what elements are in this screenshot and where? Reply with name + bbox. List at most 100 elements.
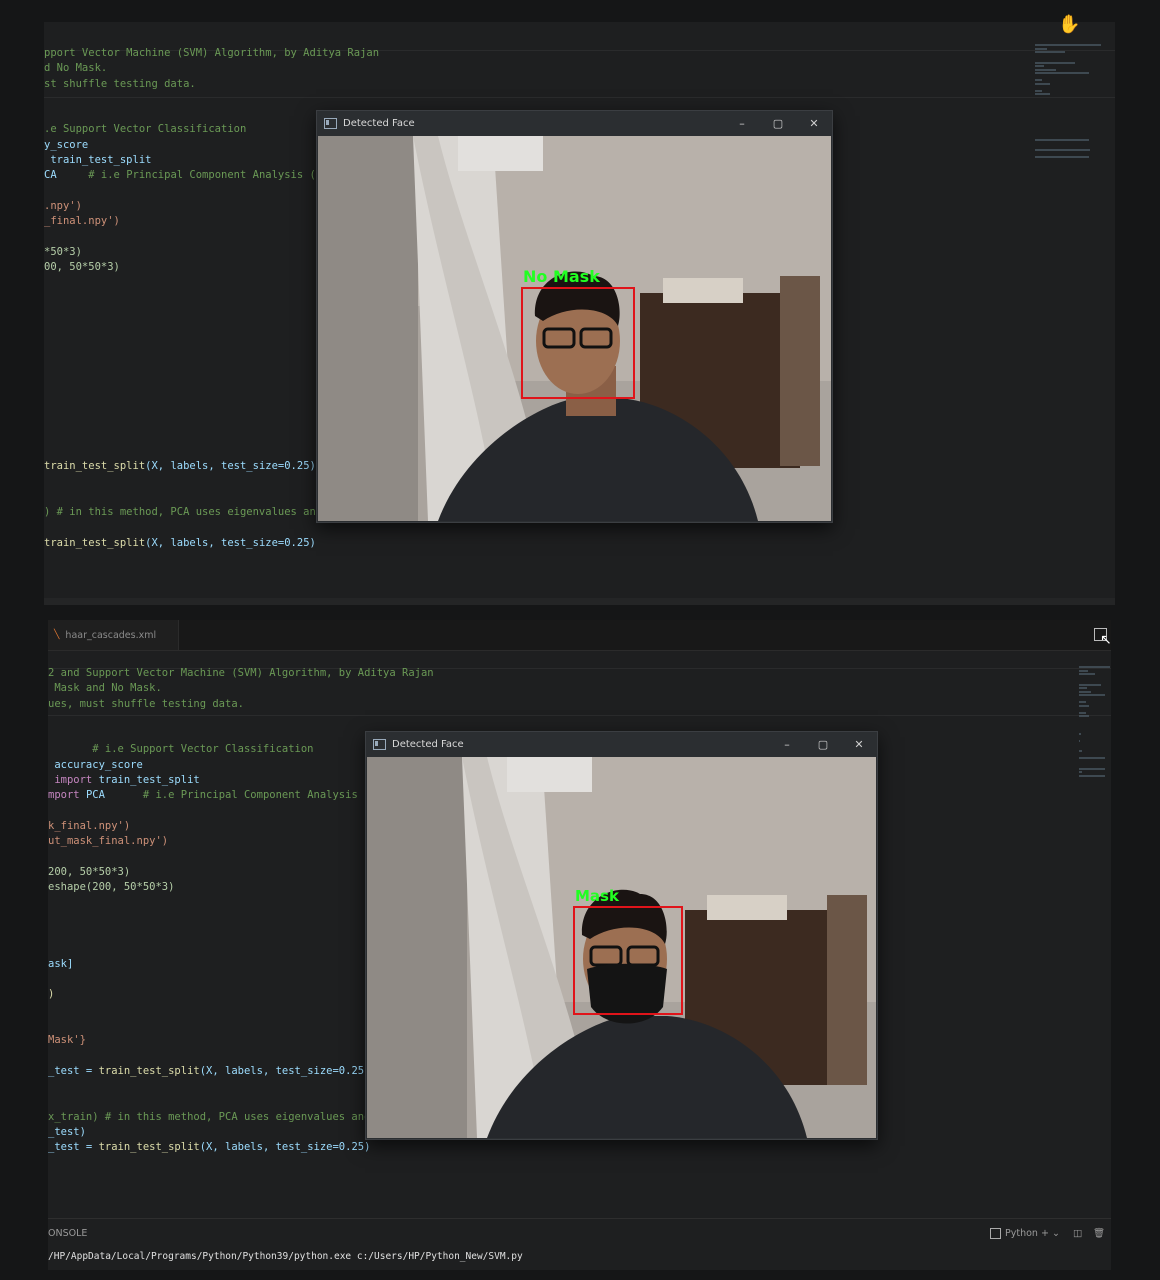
add-terminal-icon[interactable]: + ⌄ [1041, 1228, 1060, 1239]
panel-border [48, 1218, 1111, 1219]
minimap-line [1079, 666, 1111, 668]
tab-label: haar_cascades.xml [65, 629, 157, 641]
minimize-button[interactable]: – [724, 111, 760, 135]
detection-label: Mask [575, 887, 620, 905]
code-token: train_test_split [98, 774, 200, 787]
window-icon [324, 117, 337, 129]
code-token: (X, labels, test_size=0.25) [199, 1064, 371, 1077]
pointer-cursor-icon: ↖ [1100, 632, 1112, 648]
code-token: st shuffle testing data. [44, 77, 196, 90]
window-title: Detected Face [392, 738, 464, 750]
code-line: d No Mask. [44, 61, 379, 76]
xml-file-icon: ╲ [54, 630, 60, 640]
split-terminal-icon[interactable]: ◫ [1073, 1228, 1082, 1239]
minimap-line [1035, 82, 1050, 85]
code-token: accuracy_score [48, 758, 143, 771]
detected-face-window[interactable]: Detected Face – ▢ ✕ Mask [365, 731, 878, 1140]
minimap-line [1079, 767, 1106, 770]
minimap-line [1079, 771, 1083, 773]
minimap-line [1079, 715, 1090, 717]
window-titlebar[interactable]: Detected Face – ▢ ✕ [317, 111, 832, 135]
code-token: k_final.npy') [48, 819, 131, 832]
detected-face-window[interactable]: Detected Face – ▢ ✕ No Mask [316, 110, 833, 523]
minimize-button[interactable]: – [769, 732, 805, 756]
window-titlebar[interactable]: Detected Face – ▢ ✕ [366, 732, 877, 756]
code-token: ues, must shuffle testing data. [48, 697, 244, 710]
terminal-icon [990, 1228, 1001, 1239]
panel-divider [44, 598, 1115, 605]
code-token: _test) [48, 1125, 86, 1138]
code-token: ) # in this method, PCA uses eigenvalues… [44, 505, 323, 518]
code-token: ask] [48, 957, 74, 970]
code-token: _test = [48, 1064, 99, 1077]
camera-feed: No Mask [318, 136, 831, 521]
camera-feed: Mask [367, 757, 876, 1138]
code-line: pport Vector Machine (SVM) Algorithm, by… [44, 46, 379, 61]
minimap-line [1035, 138, 1089, 141]
code-line: train_test_split(X, labels, test_size=0.… [44, 536, 379, 551]
minimap-line [1035, 61, 1075, 64]
minimap-line [1079, 669, 1089, 672]
minimap-line [1079, 711, 1086, 714]
console-tab[interactable]: ONSOLE [48, 1228, 87, 1239]
minimap-line [1035, 65, 1044, 67]
close-button[interactable]: ✕ [841, 732, 877, 756]
code-line: st shuffle testing data. [44, 77, 379, 92]
code-token: train_test_split [44, 460, 146, 473]
code-token: pport Vector Machine (SVM) Algorithm, by… [44, 47, 380, 59]
minimap-line [1035, 51, 1065, 53]
trash-icon[interactable]: 🗑 [1093, 1228, 1105, 1239]
minimap-line [1035, 44, 1102, 46]
code-token: d No Mask. [44, 62, 108, 75]
minimap-line [1035, 149, 1090, 151]
minimap-line [1035, 89, 1043, 92]
minimap-line [1079, 774, 1106, 777]
window-icon [373, 738, 386, 750]
minimap-line [1079, 732, 1082, 735]
window-title: Detected Face [343, 117, 415, 129]
code-line: 2 and Support Vector Machine (SVM) Algor… [48, 666, 434, 681]
tab-bar: ╲ haar_cascades.xml [48, 620, 1111, 651]
minimap-line [1079, 694, 1106, 696]
code-token: (X, labels, test_size=0.25) [145, 460, 316, 473]
code-token: ) [48, 988, 55, 1001]
maximize-button[interactable]: ▢ [805, 732, 841, 756]
code-token: (X, labels, test_size=0.25) [145, 536, 316, 549]
code-token: .e Support Vector Classification [44, 123, 247, 136]
code-token: PCA [85, 789, 105, 802]
code-token: # i.e Support Vector Classification [48, 743, 314, 756]
code-token: train_test_split [44, 154, 152, 167]
code-line: Mask and No Mask. [48, 681, 434, 696]
code-token: x_train) # in this method, PCA uses eige… [48, 1110, 371, 1123]
code-token: _test = [48, 1141, 99, 1154]
code-line: _test = train_test_split(X, labels, test… [48, 1140, 434, 1155]
minimap-line [1079, 701, 1086, 703]
terminal-shell[interactable]: Python [990, 1228, 1038, 1239]
code-token: # i.e Principal Component Analysis ( [104, 789, 371, 802]
minimap-line [1035, 79, 1043, 81]
minimap[interactable] [1035, 44, 1113, 160]
code-token: Mask and No Mask. [48, 682, 162, 695]
terminal-command: /HP/AppData/Local/Programs/Python/Python… [48, 1251, 523, 1262]
code-line: ues, must shuffle testing data. [48, 697, 434, 712]
code-token: CA [44, 169, 57, 182]
code-token: mport [48, 789, 86, 802]
minimap-line [1079, 750, 1083, 752]
hand-cursor-icon: ✋ [1058, 14, 1081, 35]
maximize-button[interactable]: ▢ [760, 111, 796, 135]
minimap-line [1079, 690, 1092, 693]
code-token: y_score [44, 138, 89, 151]
minimap[interactable] [1079, 666, 1111, 778]
code-token: 2 and Support Vector Machine (SVM) Algor… [48, 667, 434, 679]
minimap-line [1079, 673, 1095, 675]
code-token: train_test_split [98, 1141, 200, 1154]
code-token: *50*3) [44, 245, 82, 258]
close-button[interactable]: ✕ [796, 111, 832, 135]
minimap-line [1079, 757, 1106, 759]
code-token: import [48, 774, 99, 787]
minimap-line [1079, 687, 1087, 689]
code-token: ut_mask_final.npy') [48, 835, 169, 848]
tab-haar-cascades[interactable]: ╲ haar_cascades.xml [48, 620, 180, 650]
minimap-line [1079, 704, 1089, 707]
